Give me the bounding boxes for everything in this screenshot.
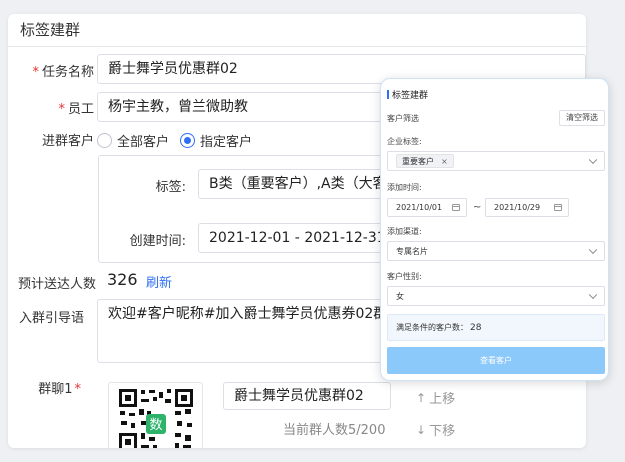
group-name-input[interactable]: 爵士舞学员优惠群02 — [223, 382, 391, 410]
tag-chip: 重要客户 × — [396, 154, 454, 168]
matched-customers-count: 28 — [470, 323, 482, 333]
group-member-count: 当前群人数5/200 — [283, 423, 386, 438]
radio-all-customers[interactable]: 全部客户 — [97, 131, 169, 150]
date-separator: ~ — [473, 202, 482, 213]
customers-label: 进群客户 — [41, 134, 94, 149]
matched-customers-summary: 满足条件的客户数： 28 — [387, 314, 605, 341]
title-accent-bar — [387, 90, 389, 99]
arrow-up-icon: ↑ — [416, 390, 427, 405]
estimate-count: 326 — [107, 270, 138, 289]
tags-label: 标签: — [155, 180, 186, 195]
qr-badge-text: 数 — [149, 418, 162, 433]
calendar-icon — [554, 204, 562, 211]
add-time-label: 添加时间: — [387, 183, 422, 192]
channel-label: 添加渠道: — [387, 227, 422, 236]
calendar-icon — [452, 204, 460, 211]
chip-close-icon[interactable]: × — [441, 157, 448, 166]
move-up-button[interactable]: ↑ 上移 — [416, 388, 455, 408]
created-time-input[interactable]: 2021-12-01 - 2021-12-31 — [198, 223, 398, 253]
date-from-input[interactable]: 2021/10/01 — [387, 198, 467, 217]
filter-label: 客户筛选 — [387, 114, 419, 123]
refresh-link[interactable]: 刷新 — [146, 272, 172, 291]
channel-select[interactable]: 专属名片 — [387, 241, 605, 261]
arrow-down-icon: ↓ — [416, 422, 427, 437]
staff-label: * 员工 — [58, 102, 94, 117]
chevron-down-icon — [588, 155, 598, 165]
clear-filter-button[interactable]: 清空筛选 — [559, 110, 605, 126]
corp-tag-label: 企业标签: — [387, 137, 422, 146]
group-label: 群聊1 * — [38, 382, 81, 397]
move-down-button[interactable]: ↓ 下移 — [416, 420, 455, 440]
radio-specified-customers[interactable]: 指定客户 — [180, 131, 252, 150]
radio-dot — [97, 133, 112, 148]
radio-dot-selected — [180, 133, 195, 148]
chevron-down-icon — [588, 290, 598, 300]
panel-title: 标签建群 — [387, 88, 428, 101]
chevron-down-icon — [588, 245, 598, 255]
date-to-input[interactable]: 2021/10/29 — [485, 198, 569, 217]
gender-select[interactable]: 女 — [387, 286, 605, 306]
guide-label: 入群引导语 — [18, 311, 84, 326]
group-qr-code: 数 — [108, 382, 203, 448]
qr-code-icon: 数 — [117, 387, 195, 448]
filter-panel: 标签建群 客户筛选 清空筛选 企业标签: 重要客户 × 添加时间: 2021/10… — [380, 78, 609, 381]
task-name-label: * 任务名称 — [32, 65, 94, 80]
corp-tag-select[interactable]: 重要客户 × — [387, 151, 605, 171]
view-customers-button[interactable]: 查看客户 — [387, 347, 605, 374]
card-title: 标签建群 — [8, 14, 586, 47]
gender-label: 客户性别: — [387, 272, 422, 281]
tags-input[interactable]: B类（重要客户）,A类（大客 — [198, 169, 398, 199]
created-time-label: 创建时间: — [129, 234, 186, 249]
estimate-label: 预计送达人数 — [17, 277, 96, 292]
